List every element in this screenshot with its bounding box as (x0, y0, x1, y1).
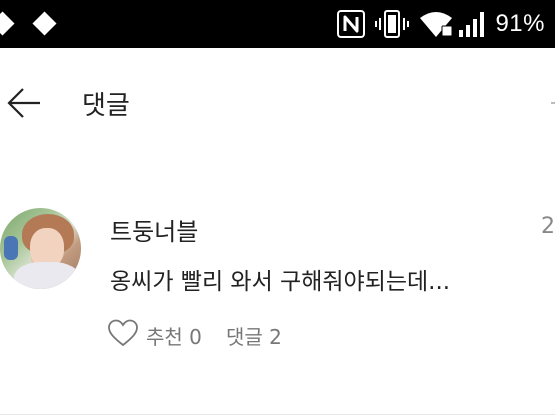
battery-percent: 91% (495, 10, 545, 37)
comment-author[interactable]: 트둥너블 (110, 212, 198, 247)
status-bar: 91% (0, 0, 555, 48)
arrow-left-icon (7, 88, 40, 118)
back-button[interactable] (6, 86, 46, 120)
app-header: 댓글 (0, 48, 555, 158)
menu-icon[interactable] (551, 102, 555, 104)
divider (0, 414, 555, 415)
page-title: 댓글 (82, 91, 130, 121)
comment-item: 트둥너블 2 옹씨가 빨리 와서 구해줘야되는데... 추천 0 댓글 2 (0, 200, 555, 370)
avatar[interactable] (0, 208, 81, 289)
avatar-accent (4, 236, 18, 260)
heart-icon (108, 319, 138, 347)
comment-text: 옹씨가 빨리 와서 구해줘야되는데... (110, 269, 451, 295)
reply-count: 댓글 2 (226, 325, 282, 349)
nfc-icon (337, 10, 365, 42)
avatar-shirt (14, 262, 80, 289)
notification-diamond-icon (0, 11, 15, 36)
comment-time: 2 (541, 214, 555, 239)
like-count: 추천 0 (146, 325, 202, 349)
signal-icon (458, 10, 488, 42)
wifi-icon (418, 10, 454, 42)
vibrate-icon (374, 10, 410, 42)
notification-diamond-icon (32, 11, 57, 36)
